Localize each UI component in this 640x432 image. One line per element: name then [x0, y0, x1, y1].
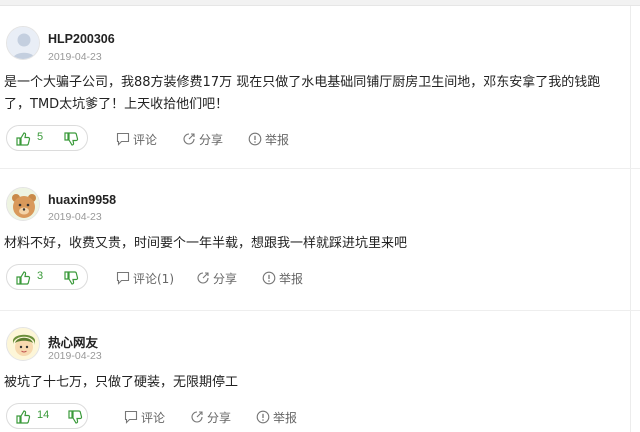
report-button[interactable]: 举报 — [248, 131, 289, 147]
avatar[interactable] — [6, 26, 40, 60]
vote-box: 3 — [6, 264, 88, 290]
thumbs-up-icon[interactable] — [15, 131, 31, 147]
report-label: 举报 — [265, 133, 290, 147]
comment-label: 评论(1) — [133, 272, 174, 286]
like-count: 3 — [37, 270, 44, 282]
comment-icon — [124, 410, 138, 424]
report-button[interactable]: 举报 — [256, 409, 297, 425]
comment-text: 被坑了十七万，只做了硬装，无限期停工 — [4, 375, 239, 390]
share-button[interactable]: 分享 — [196, 270, 237, 286]
report-button[interactable]: 举报 — [262, 270, 303, 286]
comment-icon — [116, 132, 130, 146]
comment-text: 材料不好，收费又贵，时间要个一年半载，想跟我一样就踩进坑里来吧 — [4, 236, 408, 251]
report-label: 举报 — [273, 411, 298, 425]
like-count: 5 — [37, 131, 44, 143]
share-icon — [183, 133, 195, 145]
thumbs-down-icon[interactable] — [63, 131, 79, 147]
report-label: 举报 — [279, 272, 304, 286]
comment-text: 是一个大骗子公司，我88方装修费17万 现在只做了水电基础同铺厅厨房卫生间地，邓… — [4, 75, 601, 112]
comment-button[interactable]: 评论 — [116, 131, 157, 147]
post-date: 2019-04-23 — [48, 350, 102, 362]
comment-button[interactable]: 评论(1) — [116, 270, 174, 286]
thumbs-up-icon[interactable] — [15, 409, 31, 425]
vote-box: 5 — [6, 125, 88, 151]
comment-label: 评论 — [133, 133, 158, 147]
report-icon — [248, 132, 262, 146]
comment-icon — [116, 271, 130, 285]
comment-label: 评论 — [141, 411, 166, 425]
thumbs-down-icon[interactable] — [63, 270, 79, 286]
share-icon — [197, 272, 209, 284]
report-icon — [262, 271, 276, 285]
vote-box: 14 — [6, 403, 88, 429]
username[interactable]: 热心网友 — [48, 332, 98, 351]
share-label: 分享 — [199, 133, 224, 147]
comment-button[interactable]: 评论 — [124, 409, 165, 425]
comment-item: huaxin9958 2019-04-23 材料不好，收费又贵，时间要个一年半载… — [0, 169, 640, 309]
share-button[interactable]: 分享 — [182, 131, 223, 147]
report-icon — [256, 410, 270, 424]
comment-item: HLP200306 2019-04-23 是一个大骗子公司，我88方装修费17万… — [0, 0, 640, 165]
post-date: 2019-04-23 — [48, 51, 102, 63]
thumbs-up-icon[interactable] — [15, 270, 31, 286]
username[interactable]: HLP200306 — [48, 32, 115, 46]
default-user-avatar-icon — [7, 27, 39, 59]
comment-item: 热心网友 2019-04-23 被坑了十七万，只做了硬装，无限期停工 14 评论… — [0, 311, 640, 432]
share-label: 分享 — [213, 272, 238, 286]
username[interactable]: huaxin9958 — [48, 193, 116, 207]
cartoon-person-avatar-icon — [7, 328, 39, 360]
share-button[interactable]: 分享 — [190, 409, 231, 425]
like-count: 14 — [37, 409, 50, 421]
avatar[interactable] — [6, 187, 40, 221]
post-date: 2019-04-23 — [48, 211, 102, 223]
share-icon — [191, 411, 203, 423]
avatar[interactable] — [6, 327, 40, 361]
thumbs-down-icon[interactable] — [67, 409, 83, 425]
share-label: 分享 — [207, 411, 232, 425]
bear-avatar-icon — [7, 188, 39, 220]
